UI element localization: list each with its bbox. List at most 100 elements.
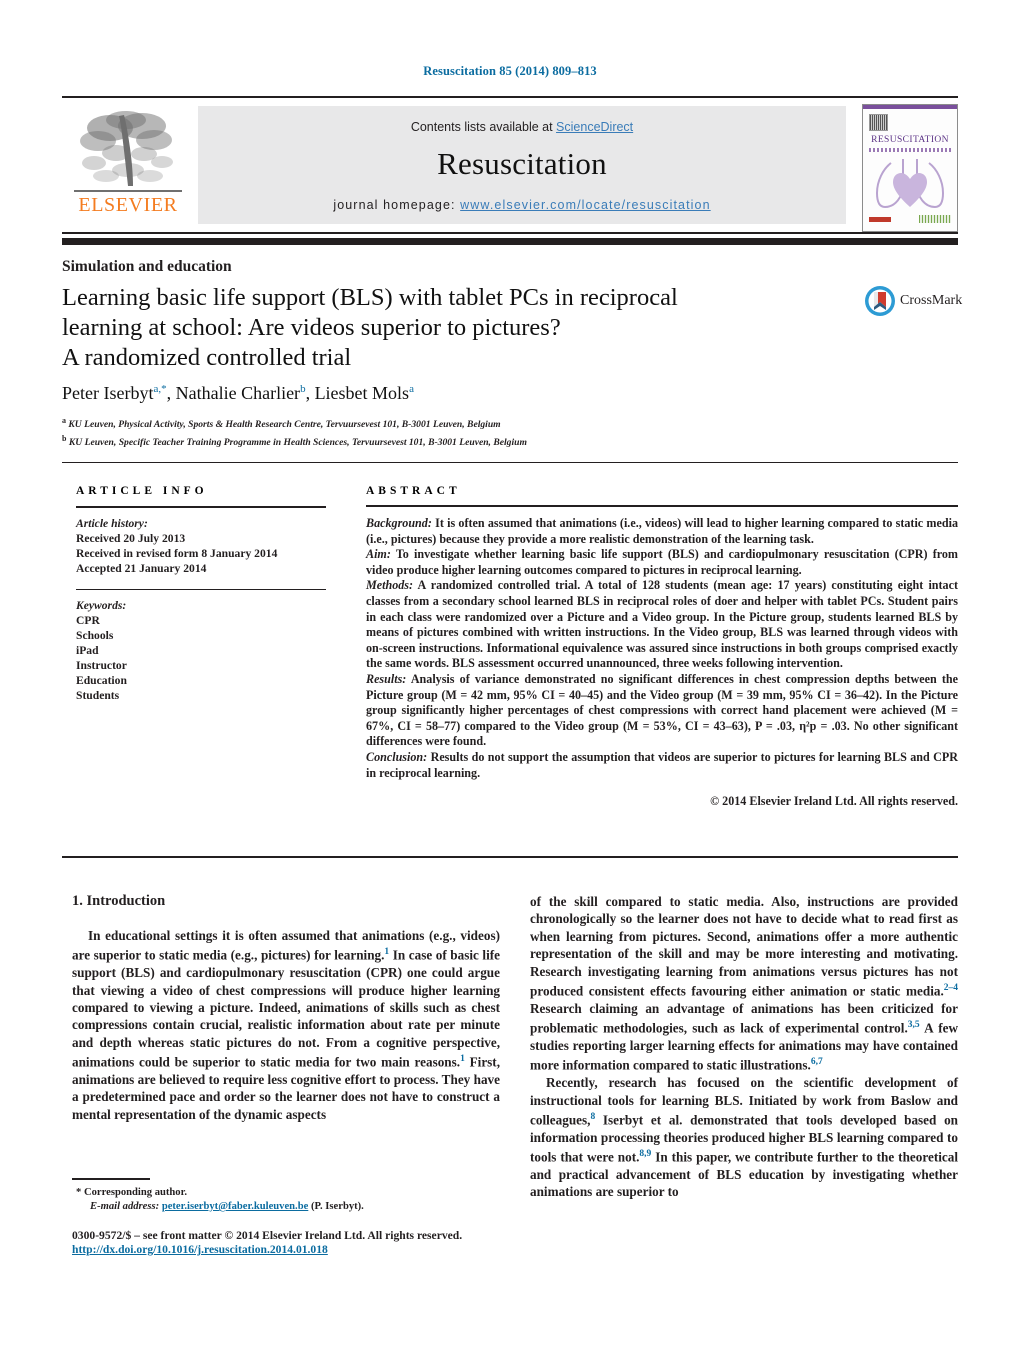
cover-subtitle-bar: [869, 148, 951, 152]
keyword-0: CPR: [76, 614, 100, 627]
author-sep-2: ,: [305, 383, 315, 403]
journal-title: Resuscitation: [437, 146, 607, 181]
masthead-panel: Contents lists available at ScienceDirec…: [198, 106, 846, 224]
article-info-separator: [76, 589, 326, 590]
crossmark-label: CrossMark: [900, 293, 963, 308]
intro-paragraph-left: In educational settings it is often assu…: [72, 927, 500, 1123]
abstract-rule: [366, 505, 958, 507]
intro-right-text-a: of the skill compared to static media. A…: [530, 894, 958, 999]
section-divider-thick: [62, 238, 958, 245]
elsevier-logo-baseline: [74, 190, 182, 192]
intro-right-text-b: Research claiming an advantage of animat…: [530, 1000, 958, 1036]
abstract-conclusion-paragraph: Conclusion: Results do not support the a…: [366, 750, 958, 781]
journal-homepage-line: journal homepage: www.elsevier.com/locat…: [198, 198, 846, 212]
journal-masthead: ELSEVIER Contents lists available at Sci…: [62, 96, 958, 242]
elsevier-wordmark: ELSEVIER: [78, 194, 178, 216]
affiliation-b-marker: b: [62, 433, 67, 443]
citation-ref-8-9[interactable]: 8,9: [639, 1149, 651, 1159]
article-title-line-3: A randomized controlled trial: [62, 344, 352, 371]
page-title: Learning basic life support (BLS) with t…: [62, 283, 807, 373]
cover-lungs-heart-icon: [873, 155, 947, 213]
cover-footer-right-mark: [919, 215, 951, 223]
abstract-methods-paragraph: Methods: A randomized controlled trial. …: [366, 578, 958, 672]
body-column-right: of the skill compared to static media. A…: [530, 893, 958, 1201]
keywords-list: Keywords: CPR Schools iPad Instructor Ed…: [76, 598, 326, 703]
corresponding-author-label: Corresponding author.: [83, 1187, 187, 1198]
article-history: Article history: Received 20 July 2013 R…: [76, 516, 326, 576]
article-info-rule: [76, 506, 326, 508]
article-title-line-2: learning at school: Are videos superior …: [62, 314, 561, 341]
running-head: Resuscitation 85 (2014) 809–813: [423, 64, 597, 78]
affiliation-a-text: KU Leuven, Physical Activity, Sports & H…: [68, 419, 501, 431]
journal-section-label: Simulation and education: [62, 258, 232, 275]
citation-ref-6-7[interactable]: 6,7: [811, 1057, 823, 1067]
abstract-body: Background: It is often assumed that ani…: [366, 516, 958, 781]
footnote-corresponding-author: * Corresponding author. E-mail address: …: [76, 1186, 506, 1214]
footnote-rule: [72, 1178, 150, 1180]
keywords-label: Keywords:: [76, 599, 127, 612]
author-sep-1: ,: [166, 383, 176, 403]
keyword-2: iPad: [76, 644, 99, 657]
abstract-methods-label: Methods:: [366, 578, 414, 593]
author-1-affiliation-marker: a,*: [153, 383, 167, 395]
abstract-aim-text: To investigate whether learning basic li…: [366, 547, 958, 577]
cover-top-bar: [863, 105, 957, 109]
journal-homepage-label: journal homepage:: [333, 198, 461, 212]
author-2: Nathalie Charlier: [175, 383, 301, 403]
footnote-email-line: E-mail address: peter.iserbyt@faber.kule…: [76, 1200, 506, 1214]
abstract-background-label: Background:: [366, 516, 432, 530]
elsevier-tree-icon: [76, 108, 180, 190]
citation-ref-2-4[interactable]: 2–4: [944, 983, 958, 993]
article-info-column: ARTICLE INFO Article history: Received 2…: [76, 485, 326, 703]
abstract-column: ABSTRACT Background: It is often assumed…: [366, 485, 958, 809]
keyword-4: Education: [76, 674, 127, 687]
cover-journal-title: RESUSCITATION: [871, 135, 949, 145]
abstract-divider-bottom: [62, 856, 958, 858]
abstract-results-label: Results:: [366, 671, 407, 686]
abstract-conclusion-text: Results do not support the assumption th…: [366, 749, 958, 780]
sciencedirect-link[interactable]: ScienceDirect: [556, 120, 633, 134]
abstract-copyright: © 2014 Elsevier Ireland Ltd. All rights …: [710, 794, 958, 809]
journal-homepage-link[interactable]: www.elsevier.com/locate/resuscitation: [460, 198, 711, 212]
contents-lists-line: Contents lists available at ScienceDirec…: [198, 120, 846, 134]
email-address-link[interactable]: peter.iserbyt@faber.kuleuven.be: [162, 1201, 309, 1212]
abstract-results-paragraph: Results: Analysis of variance demonstrat…: [366, 672, 958, 750]
masthead-rule-top: [62, 96, 958, 98]
cover-footer-left-mark: [869, 217, 891, 222]
intro-left-text-b: In case of basic life support (BLS) and …: [72, 947, 500, 1070]
author-list: Peter Iserbyta,*, Nathalie Charlierb, Li…: [62, 383, 822, 404]
article-history-1: Received in revised form 8 January 2014: [76, 547, 278, 560]
crossmark-badge[interactable]: CrossMark: [864, 285, 962, 317]
abstract-results-text: Analysis of variance demonstrated no sig…: [366, 671, 958, 749]
author-3: Liesbet Mols: [314, 383, 410, 403]
abstract-aim-label: Aim:: [366, 547, 391, 562]
contents-lists-prefix: Contents lists available at: [410, 120, 557, 134]
elsevier-logo: ELSEVIER: [70, 106, 186, 224]
affiliation-a-marker: a: [62, 416, 66, 425]
journal-cover-thumbnail: RESUSCITATION: [862, 104, 958, 232]
affiliations: a KU Leuven, Physical Activity, Sports &…: [62, 414, 842, 449]
article-history-label: Article history:: [76, 517, 148, 530]
abstract-aim-paragraph: Aim: To investigate whether learning bas…: [366, 547, 958, 578]
article-info-heading: ARTICLE INFO: [76, 485, 208, 497]
doi-link[interactable]: http://dx.doi.org/10.1016/j.resuscitatio…: [72, 1243, 572, 1256]
article-history-2: Accepted 21 January 2014: [76, 562, 207, 575]
journal-article-page: Resuscitation 85 (2014) 809–813 ELSEVIER…: [0, 0, 1020, 1351]
crossmark-icon: [864, 285, 896, 317]
abstract-heading: ABSTRACT: [366, 485, 461, 497]
keyword-3: Instructor: [76, 659, 127, 672]
masthead-rule-bottom: [62, 232, 958, 234]
body-column-left: 1. Introduction In educational settings …: [72, 893, 500, 1123]
corresponding-author-marker: *: [76, 1187, 82, 1198]
abstract-background-paragraph: Background: It is often assumed that ani…: [366, 516, 958, 547]
issn-copyright-line: 0300-9572/$ – see front matter © 2014 El…: [72, 1229, 463, 1242]
keyword-5: Students: [76, 689, 120, 702]
introduction-heading: 1. Introduction: [72, 893, 166, 909]
affiliation-b-text: KU Leuven, Specific Teacher Training Pro…: [68, 436, 527, 448]
author-3-affiliation-marker: a: [409, 383, 414, 395]
email-address-suffix: (P. Iserbyt).: [310, 1201, 364, 1212]
author-1: Peter Iserbyt: [62, 383, 154, 403]
email-address-label: E-mail address:: [90, 1201, 160, 1212]
citation-ref-3-5[interactable]: 3,5: [908, 1020, 920, 1030]
intro-paragraph-right-1: of the skill compared to static media. A…: [530, 893, 958, 1074]
